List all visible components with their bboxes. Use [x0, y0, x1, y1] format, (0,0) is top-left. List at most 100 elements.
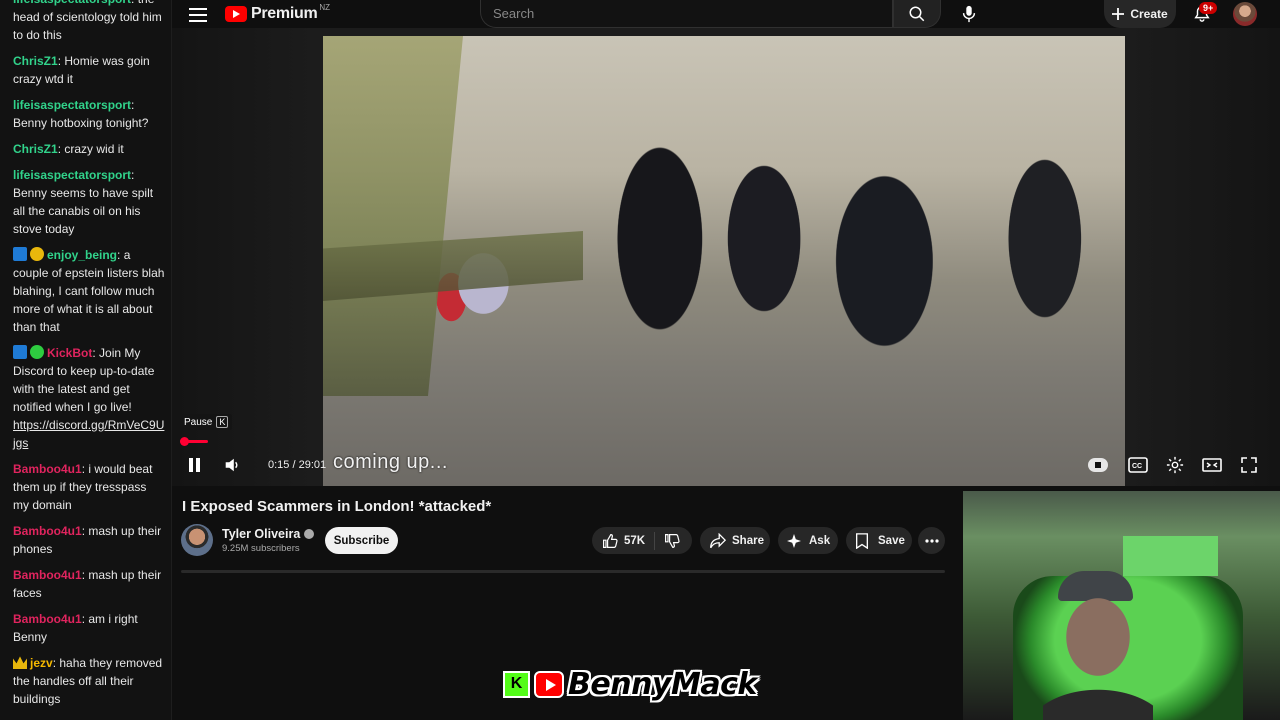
- share-icon: [710, 532, 726, 548]
- chat-link[interactable]: https://discord.gg/RmVeC9Ujgs: [13, 418, 164, 450]
- chat-username[interactable]: lifeisaspectatorsport: [13, 168, 131, 182]
- pause-tooltip: Pause K: [180, 414, 233, 430]
- chat-username[interactable]: KickBot: [47, 346, 92, 360]
- brand-name: BennyMack: [568, 666, 757, 702]
- volume-icon: [225, 458, 238, 472]
- youtube-logo-icon: [225, 6, 247, 22]
- chat-message: ChrisZ1: Homie was goin crazy wtd it: [13, 54, 150, 86]
- plus-icon: [1112, 8, 1125, 20]
- verified-icon: [304, 529, 315, 539]
- create-button[interactable]: Create: [1104, 0, 1176, 28]
- thumbs-up-icon[interactable]: [602, 533, 618, 549]
- sparkle-icon: [787, 533, 801, 548]
- create-label: Create: [1130, 7, 1168, 21]
- chat-text: Benny hotboxing tonight?: [13, 116, 149, 130]
- like-count[interactable]: 57K: [624, 535, 645, 547]
- channel-name[interactable]: Tyler Oliveira: [222, 527, 315, 541]
- svg-text:CC: CC: [1132, 463, 1142, 470]
- chat-username[interactable]: ChrisZ1: [13, 54, 58, 68]
- more-actions-button[interactable]: [918, 527, 945, 554]
- webcam-green-screen: [1123, 536, 1218, 576]
- video-frame[interactable]: [323, 36, 1125, 486]
- youtube-premium-logo[interactable]: Premium NZ: [225, 2, 331, 24]
- masthead: Premium NZ Search Create 9+: [172, 0, 1280, 28]
- description-divider: [181, 570, 945, 573]
- blue-badge-icon: [13, 345, 27, 359]
- menu-icon[interactable]: [188, 4, 208, 24]
- chat-message: Bamboo4u1: i would beat them up if they …: [13, 462, 153, 512]
- save-button[interactable]: Save: [846, 527, 912, 554]
- chat-username[interactable]: Bamboo4u1: [13, 612, 82, 626]
- chat-username[interactable]: Bamboo4u1: [13, 568, 82, 582]
- bookmark-icon: [856, 532, 868, 549]
- gold-badge-icon: [30, 247, 44, 261]
- chat-message: enjoy_being: a couple of epstein listers…: [13, 247, 165, 334]
- chat-message: Bamboo4u1: mash up their phones: [13, 524, 162, 556]
- tooltip-label: Pause: [184, 416, 213, 428]
- microphone-icon: [962, 5, 976, 23]
- blue-badge-icon: [13, 247, 27, 261]
- channel-name-text: Tyler Oliveira: [222, 527, 301, 541]
- chat-message: lifeisaspectatorsport: Benny hotboxing t…: [13, 98, 149, 130]
- search-button[interactable]: [893, 0, 941, 28]
- video-scene-building: [323, 36, 463, 396]
- gear-icon: [1166, 456, 1184, 474]
- video-title: I Exposed Scammers in London! *attacked*: [182, 498, 492, 515]
- time-display: 0:15 / 29:01: [268, 459, 327, 471]
- chat-text: crazy wid it: [64, 142, 124, 156]
- chat-text: the head of scientology told him to do t…: [13, 0, 162, 42]
- duration: 29:01: [298, 459, 327, 471]
- pause-button[interactable]: [184, 455, 204, 475]
- chat-message: jezv: haha they removed the handles off …: [13, 656, 163, 706]
- theater-icon: [1202, 458, 1222, 472]
- green-badge-icon: [30, 345, 44, 359]
- progress-scrubber[interactable]: [180, 437, 189, 446]
- autoplay-icon: [1095, 462, 1101, 468]
- chat-message: lifeisaspectatorsport: Benny seems to ha…: [13, 168, 154, 236]
- like-dislike-group: 57K: [592, 527, 692, 554]
- search-input[interactable]: Search: [480, 0, 893, 28]
- kick-logo-icon: K: [503, 670, 530, 698]
- share-label: Share: [732, 534, 764, 547]
- search-placeholder: Search: [493, 6, 535, 21]
- settings-button[interactable]: [1165, 455, 1185, 475]
- crown-badge-icon: [13, 656, 27, 669]
- ask-label: Ask: [809, 534, 831, 547]
- ask-button[interactable]: Ask: [778, 527, 838, 554]
- current-time: 0:15: [268, 459, 290, 471]
- chat-message: Bamboo4u1: mash up their faces: [13, 568, 162, 600]
- subscriber-count: 9.25M subscribers: [222, 543, 300, 554]
- pause-icon: [188, 458, 200, 472]
- chat-username[interactable]: lifeisaspectatorsport: [13, 98, 131, 112]
- chat-username[interactable]: enjoy_being: [47, 248, 117, 262]
- chat-username[interactable]: lifeisaspectatorsport: [13, 0, 131, 6]
- logo-region: NZ: [319, 2, 331, 12]
- subscribe-button[interactable]: Subscribe: [325, 527, 398, 554]
- fullscreen-icon: [1241, 457, 1257, 473]
- autoplay-toggle[interactable]: [1088, 458, 1108, 472]
- tooltip-shortcut: K: [216, 416, 229, 428]
- chat-message-list: lifeisaspectatorsport: the head of scien…: [13, 0, 165, 708]
- volume-button[interactable]: [222, 455, 242, 475]
- theater-mode-button[interactable]: [1202, 455, 1222, 475]
- voice-search-button[interactable]: [953, 0, 985, 28]
- share-button[interactable]: Share: [700, 527, 770, 554]
- like-divider: [654, 531, 656, 550]
- account-avatar[interactable]: [1233, 2, 1257, 26]
- streamer-brand: K BennyMack: [503, 664, 757, 704]
- chat-text: Benny seems to have spilt all the canabi…: [13, 186, 154, 236]
- captions-button[interactable]: CC: [1128, 455, 1148, 475]
- fullscreen-button[interactable]: [1239, 455, 1259, 475]
- youtube-logo-icon: [534, 670, 564, 698]
- video-player[interactable]: [172, 28, 1280, 486]
- chat-message: lifeisaspectatorsport: the head of scien…: [13, 0, 165, 44]
- chat-username[interactable]: ChrisZ1: [13, 142, 58, 156]
- video-caption: coming up...: [333, 451, 448, 473]
- chat-username[interactable]: Bamboo4u1: [13, 524, 82, 538]
- chat-username[interactable]: jezv: [30, 656, 53, 670]
- channel-avatar[interactable]: [181, 524, 213, 556]
- more-horizontal-icon: [924, 538, 939, 543]
- chat-message: KickBot: Join My Discord to keep up-to-d…: [13, 345, 165, 450]
- thumbs-down-icon[interactable]: [664, 533, 680, 549]
- chat-username[interactable]: Bamboo4u1: [13, 462, 82, 476]
